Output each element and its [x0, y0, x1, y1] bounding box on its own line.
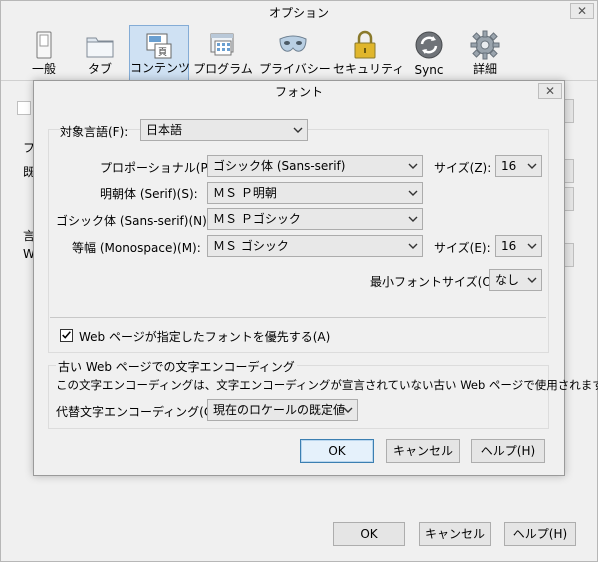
dialog-help-button[interactable]: ヘルプ(H) — [471, 439, 545, 463]
chevron-down-icon — [408, 216, 418, 222]
sans-serif-select[interactable]: ＭＳ Ｐゴシック — [207, 208, 423, 230]
monospace-size-select[interactable]: 16 — [495, 235, 542, 257]
allow-page-fonts-label[interactable]: Web ページが指定したフォントを優先する(A) — [79, 328, 330, 345]
font-dialog: フォント ✕ 対象言語(F): 日本語 プロポーショナル(P): ゴシック体 (… — [33, 80, 598, 476]
monospace-label: 等幅 (Monospace)(M): — [72, 241, 201, 255]
background-button-4[interactable] — [564, 243, 574, 267]
fallback-encoding-label: 代替文字エンコーディング(C): — [56, 405, 221, 419]
checkmark-icon — [62, 331, 71, 339]
dialog-close-button[interactable]: ✕ — [538, 83, 562, 99]
chevron-down-icon — [293, 127, 303, 133]
sync-icon — [415, 31, 443, 59]
chevron-down-icon — [408, 243, 418, 249]
tab-programs[interactable]: プログラム — [193, 25, 253, 81]
monospace-select[interactable]: ＭＳ ゴシック — [207, 235, 423, 257]
proportional-size-label: サイズ(Z): — [434, 161, 492, 175]
min-font-size-label: 最小フォントサイズ(O): — [370, 275, 501, 289]
chevron-down-icon — [408, 190, 418, 196]
mask-icon — [279, 35, 307, 52]
background-button-2[interactable] — [564, 159, 574, 183]
ok-button[interactable]: OK — [333, 522, 405, 546]
window-close-button[interactable]: ✕ — [570, 3, 594, 19]
tab-security[interactable]: セキュリティ — [333, 25, 404, 81]
fallback-encoding-select[interactable]: 現在のロケールの既定値 — [207, 399, 358, 421]
legacy-encoding-group-label: 古い Web ページでの文字エンコーディング — [56, 358, 297, 375]
switch-icon — [36, 31, 52, 59]
chevron-down-icon — [343, 407, 353, 413]
window-title: オプション — [268, 6, 329, 20]
target-language-label: 対象言語(F): — [60, 125, 129, 139]
program-icon — [210, 33, 234, 56]
tab-advanced[interactable]: 詳細 — [461, 25, 509, 81]
proportional-size-select[interactable]: 16 — [495, 155, 542, 177]
tab-privacy[interactable]: プライバシー — [259, 25, 331, 81]
background-button-1[interactable] — [564, 99, 574, 123]
allow-page-fonts-checkbox[interactable] — [60, 329, 73, 342]
proportional-select[interactable]: ゴシック体 (Sans-serif) — [207, 155, 423, 177]
chevron-down-icon — [527, 163, 537, 169]
sans-serif-label: ゴシック体 (Sans-serif)(N): — [56, 214, 211, 228]
chevron-down-icon — [527, 277, 537, 283]
tab-general[interactable]: 一般 — [17, 25, 71, 81]
gear-icon — [470, 30, 500, 60]
help-button[interactable]: ヘルプ(H) — [504, 522, 576, 546]
legacy-encoding-description: この文字エンコーディングは、文字エンコーディングが宣言されていない古い Web … — [56, 378, 598, 392]
chevron-down-icon — [408, 163, 418, 169]
serif-label: 明朝体 (Serif)(S): — [100, 187, 198, 201]
proportional-label: プロポーショナル(P): — [100, 161, 217, 175]
divider — [50, 317, 546, 318]
monospace-size-label: サイズ(E): — [434, 241, 491, 255]
tab-tabs[interactable]: タブ — [75, 25, 125, 81]
cancel-button[interactable]: キャンセル — [419, 522, 491, 546]
min-font-size-select[interactable]: なし — [489, 269, 542, 291]
svg-text:頁: 頁 — [158, 47, 167, 58]
dialog-cancel-button[interactable]: キャンセル — [386, 439, 460, 463]
folder-tabs-icon — [86, 37, 114, 58]
dialog-ok-button[interactable]: OK — [300, 439, 374, 463]
page-content-icon: 頁 — [146, 33, 172, 59]
serif-select[interactable]: ＭＳ Ｐ明朝 — [207, 182, 423, 204]
target-language-select[interactable]: 日本語 — [140, 119, 308, 141]
dialog-title: フォント — [34, 81, 564, 103]
background-checkbox[interactable] — [17, 101, 31, 115]
chevron-down-icon — [527, 243, 537, 249]
tab-content[interactable]: 頁 コンテンツ — [129, 25, 190, 81]
lock-icon — [354, 30, 376, 59]
tab-sync[interactable]: Sync — [405, 25, 453, 81]
background-button-3[interactable] — [564, 187, 574, 211]
options-toolbar: 一般 タブ 頁 コンテンツ プログラム プライバシー セキュリティ Sync 詳… — [1, 25, 597, 81]
